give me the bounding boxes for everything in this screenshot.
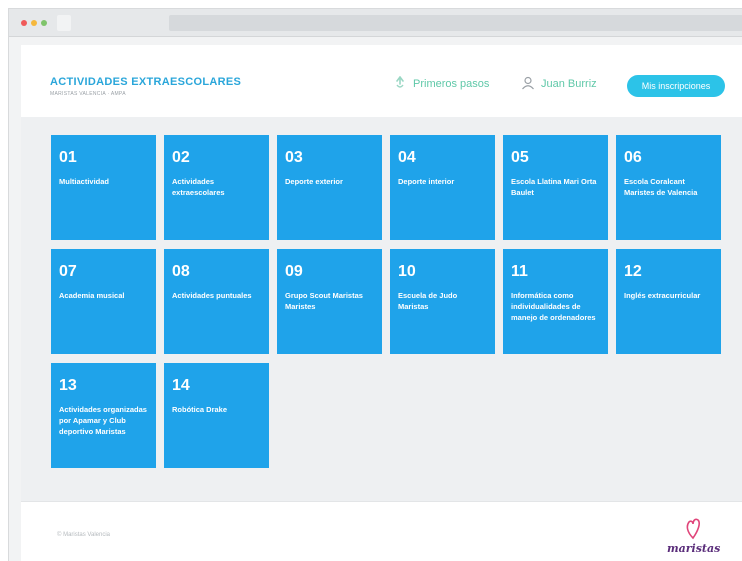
- activity-tile[interactable]: 12 Inglés extracurricular: [616, 249, 721, 354]
- page-footer: © Maristas Valencia maristas: [21, 501, 742, 561]
- activity-number: 06: [624, 149, 642, 166]
- activity-label: Actividades organizadas por Apamar y Clu…: [59, 405, 147, 436]
- activity-tile[interactable]: 05 Escola Llatina Mari Orta Baulet: [503, 135, 608, 240]
- activity-number: 10: [398, 263, 416, 280]
- close-window-icon[interactable]: [21, 20, 27, 26]
- activity-number: 09: [285, 263, 303, 280]
- page-header: ACTIVIDADES EXTRAESCOLARES MARISTAS VALE…: [21, 45, 742, 117]
- activity-label: Escola Llatina Mari Orta Baulet: [511, 177, 597, 197]
- my-registrations-button[interactable]: Mis inscripciones: [627, 75, 725, 97]
- activity-tile[interactable]: 13 Actividades organizadas por Apamar y C…: [51, 363, 156, 468]
- brand-logo[interactable]: maristas: [661, 516, 721, 558]
- user-icon: [521, 76, 535, 93]
- footer-copyright: © Maristas Valencia: [57, 532, 110, 538]
- activity-tile[interactable]: 08 Actividades puntuales: [164, 249, 269, 354]
- page-title: ACTIVIDADES EXTRAESCOLARES: [50, 76, 242, 88]
- brand-name: maristas: [667, 542, 721, 555]
- user-menu[interactable]: Juan Burriz: [521, 76, 597, 92]
- activity-number: 01: [59, 149, 77, 166]
- activity-number: 14: [172, 377, 190, 394]
- activity-label: Escola Coralcant Maristes de Valencia: [624, 177, 698, 197]
- browser-window: ACTIVIDADES EXTRAESCOLARES MARISTAS VALE…: [8, 8, 742, 561]
- activity-number: 13: [59, 377, 77, 394]
- activity-tile[interactable]: 02 Actividades extraescolares: [164, 135, 269, 240]
- activity-tile[interactable]: 07 Academia musical: [51, 249, 156, 354]
- activity-label: Deporte interior: [398, 177, 455, 186]
- hand-pointer-icon: [393, 75, 407, 93]
- activity-tile[interactable]: 09 Grupo Scout Maristas Maristes: [277, 249, 382, 354]
- activity-label: Deporte exterior: [285, 177, 343, 186]
- activity-tile[interactable]: 06 Escola Coralcant Maristes de Valencia: [616, 135, 721, 240]
- activity-tile[interactable]: 14 Robótica Drake: [164, 363, 269, 468]
- app-page: ACTIVIDADES EXTRAESCOLARES MARISTAS VALE…: [21, 45, 742, 561]
- activity-grid: 01 Multiactividad 02 Actividades extraesco…: [51, 135, 721, 468]
- activity-number: 02: [172, 149, 190, 166]
- activity-label: Grupo Scout Maristas Maristes: [285, 291, 363, 311]
- browser-toolbar: [9, 9, 742, 37]
- activity-number: 03: [285, 149, 303, 166]
- activity-label: Actividades extraescolares: [172, 177, 225, 197]
- activity-tile[interactable]: 01 Multiactividad: [51, 135, 156, 240]
- first-steps-label: Primeros pasos: [413, 78, 490, 90]
- first-steps-link[interactable]: Primeros pasos: [393, 75, 490, 93]
- user-name: Juan Burriz: [541, 78, 597, 90]
- address-bar[interactable]: [169, 15, 742, 31]
- minimize-window-icon[interactable]: [31, 20, 37, 26]
- activity-tile[interactable]: 10 Escuela de Judo Maristas: [390, 249, 495, 354]
- maximize-window-icon[interactable]: [41, 20, 47, 26]
- activity-label: Multiactividad: [59, 177, 110, 186]
- activity-label: Robótica Drake: [172, 405, 228, 414]
- brand-heart-icon: [685, 516, 701, 545]
- activity-number: 07: [59, 263, 77, 280]
- activity-tile[interactable]: 11 Informática como individualidades de m…: [503, 249, 608, 354]
- activity-label: Academia musical: [59, 291, 125, 300]
- activity-number: 11: [511, 263, 528, 280]
- activity-number: 12: [624, 263, 642, 280]
- page-subtitle: MARISTAS VALENCIA · AMPA: [50, 91, 126, 97]
- activity-label: Escuela de Judo Maristas: [398, 291, 458, 311]
- activity-number: 05: [511, 149, 529, 166]
- activity-tile[interactable]: 04 Deporte interior: [390, 135, 495, 240]
- activity-label: Actividades puntuales: [172, 291, 252, 300]
- activity-number: 08: [172, 263, 190, 280]
- activity-label: Informática como individualidades de man…: [511, 291, 596, 322]
- activity-number: 04: [398, 149, 416, 166]
- browser-tab[interactable]: [57, 15, 71, 31]
- activity-tile[interactable]: 03 Deporte exterior: [277, 135, 382, 240]
- activity-label: Inglés extracurricular: [624, 291, 701, 300]
